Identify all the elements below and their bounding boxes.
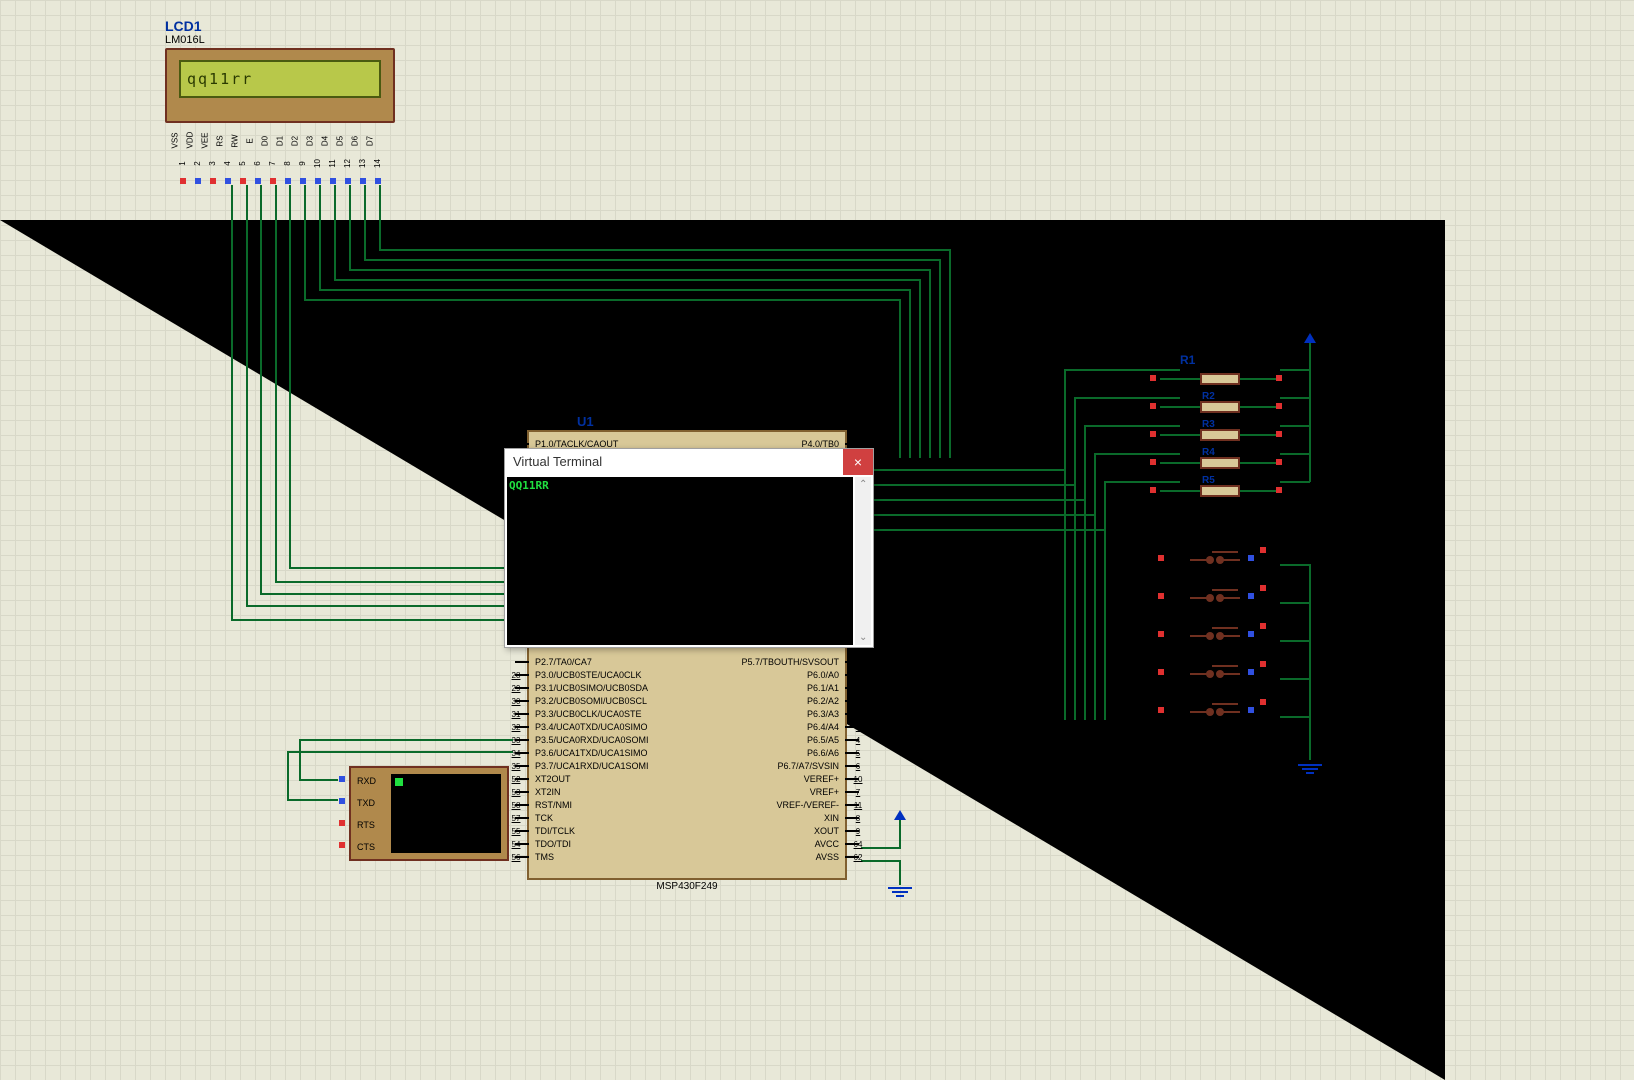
mcu-pin: 33P3.5/UCA0RXD/UCA0SOMI bbox=[529, 734, 655, 746]
ground-symbol bbox=[1298, 762, 1322, 776]
serial-pin-rts: RTS bbox=[357, 820, 375, 830]
lcd-pin: D714 bbox=[370, 126, 385, 189]
mcu-pin: 62AVSS bbox=[810, 851, 845, 863]
mcu-pin: 11VREF-/VEREF- bbox=[770, 799, 845, 811]
mcu-pin: P5.7/TBOUTH/SVSOUT bbox=[735, 656, 845, 668]
scrollbar[interactable] bbox=[855, 477, 871, 645]
serial-pin-rxd: RXD bbox=[357, 776, 376, 786]
mcu-pin: P2.7/TA0/CA7 bbox=[529, 656, 598, 668]
mcu-pin: 32P3.4/UCA0TXD/UCA0SIMO bbox=[529, 721, 654, 733]
mcu-pin: 56TMS bbox=[529, 851, 560, 863]
mcu-pin: 54TDO/TDI bbox=[529, 838, 577, 850]
ground-symbol bbox=[888, 885, 912, 899]
lcd-screen: qq11rr bbox=[179, 60, 381, 98]
mcu-pin: 5P6.6/A6 bbox=[801, 747, 845, 759]
serial-pin-cts: CTS bbox=[357, 842, 375, 852]
lcd-display-text: qq11rr bbox=[187, 70, 253, 88]
mcu-pin: 59P6.0/A0 bbox=[801, 669, 845, 681]
button-array[interactable] bbox=[1170, 545, 1270, 735]
resistor bbox=[1180, 367, 1260, 395]
mcu-pin: 57TCK bbox=[529, 812, 559, 824]
lcd-body: qq11rr bbox=[165, 48, 395, 123]
mcu-pin: 9XOUT bbox=[808, 825, 845, 837]
resistor-network[interactable]: R1 R2 R3 R4 R510k bbox=[1180, 353, 1260, 511]
cursor-icon bbox=[395, 778, 403, 786]
push-button[interactable] bbox=[1170, 545, 1270, 583]
mcu-pin: 4P6.5/A5 bbox=[801, 734, 845, 746]
serial-terminal[interactable]: RXD TXD RTS CTS bbox=[349, 766, 509, 861]
mcu-pin: 10VEREF+ bbox=[798, 773, 845, 785]
mcu-pin: 55TDI/TCLK bbox=[529, 825, 581, 837]
mcu-pin: 60P6.1/A1 bbox=[801, 682, 845, 694]
mcu-part: MSP430F249 bbox=[656, 881, 717, 892]
push-button[interactable] bbox=[1170, 659, 1270, 697]
mcu-pin: 31P3.3/UCB0CLK/UCA0STE bbox=[529, 708, 648, 720]
mcu-pin: 58RST/NMI bbox=[529, 799, 578, 811]
mcu-pin: 61P6.2/A2 bbox=[801, 695, 845, 707]
mcu-pin: 52XT2OUT bbox=[529, 773, 577, 785]
mcu-ref: U1 bbox=[577, 414, 594, 429]
mcu-pin: 29P3.1/UCB0SIMO/UCB0SDA bbox=[529, 682, 654, 694]
mcu-pin: 2P6.3/A3 bbox=[801, 708, 845, 720]
mcu-pin: 28P3.0/UCB0STE/UCA0CLK bbox=[529, 669, 648, 681]
mcu-pin: 3P6.4/A4 bbox=[801, 721, 845, 733]
push-button[interactable] bbox=[1170, 583, 1270, 621]
virtual-terminal-window[interactable]: Virtual Terminal × QQ11RR bbox=[504, 448, 874, 648]
mcu-pin: 8XIN bbox=[818, 812, 845, 824]
virtual-terminal-title: Virtual Terminal bbox=[505, 449, 873, 475]
resistor: R4 bbox=[1180, 451, 1260, 479]
close-icon: × bbox=[854, 454, 862, 470]
push-button[interactable] bbox=[1170, 621, 1270, 659]
vcc-symbol bbox=[1304, 333, 1316, 343]
mcu-pin: 64AVCC bbox=[809, 838, 845, 850]
lcd-pin-row: VSS1VDD2VEE3RS4RW5E6D07D18D29D310D411D51… bbox=[175, 126, 385, 189]
virtual-terminal-output: QQ11RR bbox=[507, 477, 853, 645]
resistor: R3 bbox=[1180, 423, 1260, 451]
close-button[interactable]: × bbox=[843, 449, 873, 475]
mcu-pin: 7VREF+ bbox=[804, 786, 845, 798]
resistor: R2 bbox=[1180, 395, 1260, 423]
mcu-pin: 30P3.2/UCB0SOMI/UCB0SCL bbox=[529, 695, 653, 707]
push-button[interactable] bbox=[1170, 697, 1270, 735]
mcu-pin: 34P3.6/UCA1TXD/UCA1SIMO bbox=[529, 747, 654, 759]
vcc-symbol bbox=[894, 810, 906, 820]
lcd-module[interactable]: LCD1 LM016L qq11rr VSS1VDD2VEE3RS4RW5E6D… bbox=[165, 48, 395, 123]
mcu-pin: 35P3.7/UCA1RXD/UCA1SOMI bbox=[529, 760, 655, 772]
resistor-ref: R1 bbox=[1180, 353, 1260, 367]
serial-pin-txd: TXD bbox=[357, 798, 375, 808]
lcd-ref: LCD1 bbox=[165, 18, 202, 34]
mcu-pin: 6P6.7/A7/SVSIN bbox=[771, 760, 845, 772]
resistor: R5 bbox=[1180, 479, 1260, 507]
mcu-pin: 53XT2IN bbox=[529, 786, 567, 798]
lcd-part: LM016L bbox=[165, 34, 205, 46]
serial-screen bbox=[391, 774, 501, 853]
